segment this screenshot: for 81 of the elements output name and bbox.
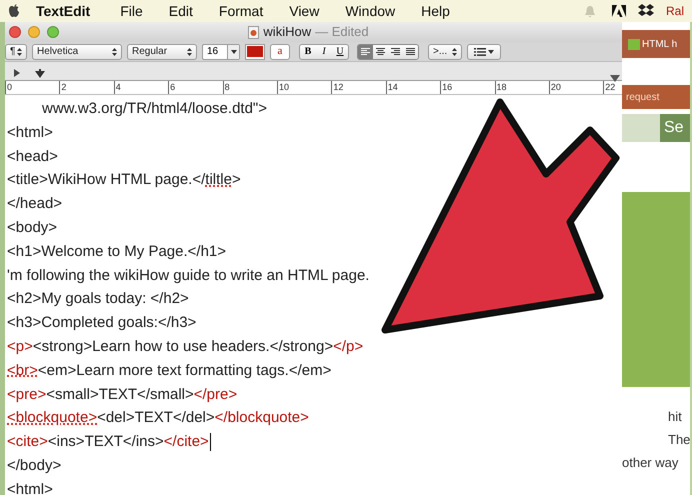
article-text: hit (667, 408, 683, 426)
site-logo-icon (628, 38, 640, 50)
alignment-control[interactable] (357, 44, 419, 60)
align-icon (361, 48, 370, 56)
text-style-button[interactable]: U (332, 44, 348, 58)
article-text: other way (622, 454, 680, 472)
ruler-number: 8 (224, 81, 230, 94)
caret-icon (488, 50, 494, 54)
code-line: <h1>Welcome to My Page.</h1> (7, 242, 226, 262)
ruler-number: 22 (604, 81, 616, 94)
ruler-number: 14 (386, 81, 398, 94)
code-line: <head> (7, 146, 58, 167)
align-icon (406, 48, 415, 56)
updown-arrows-icon (452, 48, 457, 56)
app-menu[interactable]: TextEdit (36, 0, 90, 22)
list-icon (474, 48, 486, 56)
code-line: <h2>My goals today: </h2> (7, 289, 189, 310)
spacing-dropdown[interactable]: >... (428, 44, 462, 60)
code-line: 'm following the wikiHow guide to write an HTML page. (7, 266, 370, 286)
ruler-number: 10 (278, 81, 289, 94)
list-dropdown[interactable] (467, 44, 501, 60)
ruler-number: 2 (60, 81, 66, 94)
updown-arrows-icon (187, 48, 192, 56)
close-button[interactable] (9, 26, 21, 38)
right-margin-icon[interactable] (610, 75, 620, 82)
ruler-number: 20 (550, 81, 561, 94)
zoom-button[interactable] (47, 26, 59, 38)
align-icon (376, 48, 385, 56)
article-text: The (667, 431, 690, 449)
menu-item[interactable]: File (120, 0, 143, 22)
ruler-number: 6 (169, 81, 176, 94)
text-style-button[interactable]: I (316, 44, 332, 58)
code-line: <cite><ins>TEXT</ins></cite> (7, 432, 209, 452)
edited-status: — Edited (315, 23, 369, 42)
search-button[interactable]: Se (660, 114, 690, 142)
align-button[interactable] (403, 44, 418, 58)
typeface-dropdown[interactable]: Regular (127, 44, 197, 60)
menu-item[interactable]: Edit (168, 0, 193, 22)
ruler-number: 18 (496, 81, 507, 94)
code-line: <body> (7, 218, 58, 238)
text-color-button[interactable] (245, 44, 265, 60)
updown-arrows-icon (17, 48, 22, 56)
ruler-number: 16 (441, 81, 452, 94)
code-line: </head> (7, 194, 62, 214)
code-line: <html> (7, 480, 53, 495)
indent-marker-icon[interactable] (35, 69, 45, 78)
tab-stop-icon[interactable] (13, 69, 21, 77)
code-line: <html> (7, 122, 53, 143)
align-button[interactable] (373, 44, 388, 58)
paragraph-dropdown[interactable]: ¶ (5, 44, 27, 60)
menu-item[interactable]: Help (421, 0, 450, 22)
ruler-number: 12 (332, 81, 344, 94)
box-icon[interactable] (638, 4, 654, 18)
updown-arrows-icon (112, 48, 117, 56)
menu-item[interactable]: Window (345, 0, 396, 22)
ruler-number: 0 (6, 81, 12, 94)
menu-item[interactable]: Format (218, 0, 264, 22)
text-style-control[interactable]: B I U (299, 44, 349, 60)
font-dropdown[interactable]: Helvetica (32, 44, 122, 60)
ruler-number: 4 (114, 81, 121, 94)
code-line: <br><em>Learn more text formatting tags.</em> (7, 360, 332, 381)
apple-icon[interactable] (8, 4, 20, 18)
caret-icon[interactable] (230, 50, 236, 54)
browser-tab[interactable]: HTML h (642, 36, 678, 52)
code-line: <title>WikiHow HTML page.</tiltle> (7, 170, 241, 190)
code-line: <p><strong>Learn how to use headers.</strong></p> (7, 336, 364, 357)
align-icon (391, 48, 400, 56)
window-title: wikiHow (263, 23, 312, 42)
highlight-button[interactable]: a (270, 44, 290, 60)
code-line: www.w3.org/TR/html4/loose.dtd"> (42, 99, 267, 119)
menu-item[interactable]: View (289, 0, 320, 22)
adobe-icon[interactable] (612, 5, 626, 17)
search-field[interactable]: request (626, 90, 660, 104)
code-line: <blockquote><del>TEXT</del></blockquote> (7, 408, 309, 428)
size-field[interactable]: 16 (202, 44, 240, 60)
code-line: </body> (7, 456, 62, 476)
user-name[interactable]: Ral (666, 2, 684, 20)
code-line: <pre><small>TEXT</small></pre> (7, 384, 238, 405)
document-icon (248, 26, 260, 38)
code-line: <h3>Completed goals:</h3> (7, 313, 196, 334)
text-style-button[interactable]: B (300, 44, 316, 58)
